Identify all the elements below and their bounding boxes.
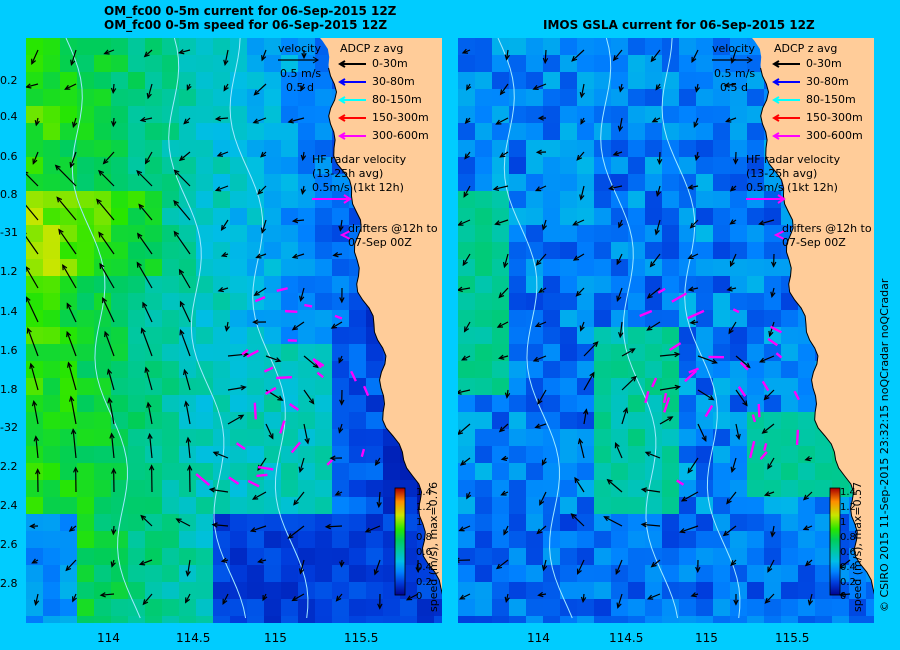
y-tick: 2.4 xyxy=(0,499,18,512)
velocity-label: velocity xyxy=(712,42,755,55)
y-tick: 2.2 xyxy=(0,460,18,473)
x-tick: 114.5 xyxy=(176,631,211,645)
adcp-item: 150-300m xyxy=(806,111,863,124)
y-tick: -32 xyxy=(0,421,18,434)
adcp-item: 80-150m xyxy=(806,93,856,106)
cbar-tick: 1 xyxy=(416,517,423,528)
y-tick: 0.2 xyxy=(0,74,18,87)
x-tick: 115.5 xyxy=(344,631,379,645)
adcp-title: ADCP z avg xyxy=(774,42,838,55)
velocity-scale-days: 0.5 d xyxy=(720,81,748,94)
velocity-scale-speed: 0.5 m/s xyxy=(280,67,322,80)
left-map-panel[interactable]: velocity 0.5 m/s 0.5 d ADCP z avg 0-30m … xyxy=(26,38,442,623)
left-title-current: OM_fc00 0-5m current for 06-Sep-2015 12Z xyxy=(104,4,397,18)
y-tick: -31 xyxy=(0,226,18,239)
right-cbar-label: speed (m/s), max=0.57 xyxy=(851,481,864,612)
x-tick: 114 xyxy=(97,631,120,645)
hf-radar-scale: 0.5m/s (1kt 12h) xyxy=(746,181,838,194)
adcp-title: ADCP z avg xyxy=(340,42,404,55)
y-tick: 1.2 xyxy=(0,265,18,278)
x-tick: 114.5 xyxy=(609,631,644,645)
x-tick: 115 xyxy=(264,631,287,645)
hf-radar-window: (13-25h avg) xyxy=(746,167,818,180)
adcp-item: 150-300m xyxy=(372,111,429,124)
y-tick: 2.8 xyxy=(0,577,18,590)
hf-radar-scale: 0.5m/s (1kt 12h) xyxy=(312,181,404,194)
hf-radar-title: HF radar velocity xyxy=(312,153,407,166)
drifters-label-1: drifters @12h to xyxy=(348,222,438,235)
adcp-item: 0-30m xyxy=(372,57,408,70)
y-tick: 0.4 xyxy=(0,110,18,123)
adcp-item: 300-600m xyxy=(806,129,863,142)
left-title-speed: OM_fc00 0-5m speed for 06-Sep-2015 12Z xyxy=(104,18,388,32)
adcp-item: 80-150m xyxy=(372,93,422,106)
drifters-label-2: 07-Sep 00Z xyxy=(348,236,412,249)
velocity-label: velocity xyxy=(278,42,321,55)
right-title-current: IMOS GSLA current for 06-Sep-2015 12Z xyxy=(543,18,815,32)
y-tick: 1.8 xyxy=(0,383,18,396)
right-map-canvas xyxy=(458,38,874,623)
adcp-item: 0-30m xyxy=(806,57,842,70)
hf-radar-title: HF radar velocity xyxy=(746,153,841,166)
cbar-tick: 1 xyxy=(840,517,847,528)
y-tick: 2.6 xyxy=(0,538,18,551)
adcp-item: 30-80m xyxy=(372,75,415,88)
x-tick: 114 xyxy=(527,631,550,645)
y-tick: 1.4 xyxy=(0,305,18,318)
hf-radar-window: (13-25h avg) xyxy=(312,167,384,180)
cbar-tick: 0 xyxy=(840,591,847,602)
credit-text: © CSIRO 2015 11-Sep-2015 23:32:15 noQCra… xyxy=(878,278,891,612)
left-map-canvas xyxy=(26,38,442,623)
drifters-label-2: 07-Sep 00Z xyxy=(782,236,846,249)
drifters-label-1: drifters @12h to xyxy=(782,222,872,235)
y-tick: 0.8 xyxy=(0,188,18,201)
x-tick: 115 xyxy=(695,631,718,645)
y-tick: 1.6 xyxy=(0,344,18,357)
x-tick: 115.5 xyxy=(775,631,810,645)
adcp-item: 300-600m xyxy=(372,129,429,142)
velocity-scale-speed: 0.5 m/s xyxy=(714,67,756,80)
velocity-scale-days: 0.5 d xyxy=(286,81,314,94)
y-tick: 0.6 xyxy=(0,150,18,163)
left-cbar-label: speed (m/s), max=0.76 xyxy=(427,481,440,612)
cbar-tick: 0 xyxy=(416,591,423,602)
adcp-item: 30-80m xyxy=(806,75,849,88)
right-map-panel[interactable]: velocity 0.5 m/s 0.5 d ADCP z avg 0-30m … xyxy=(458,38,874,623)
